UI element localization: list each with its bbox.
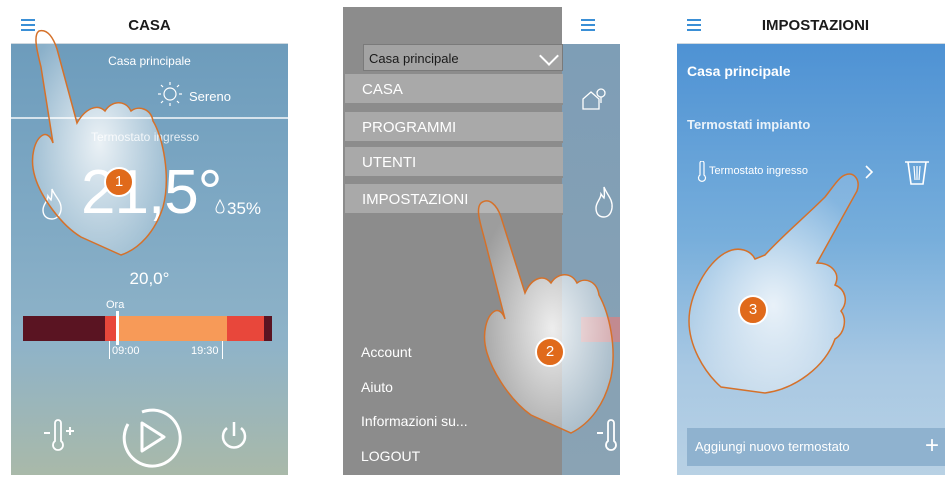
time-tick [109, 341, 110, 359]
menu-item-programmi[interactable]: PROGRAMMI [345, 112, 563, 143]
plus-icon: + [925, 432, 940, 459]
pointing-hand-illustration [477, 200, 614, 434]
step-badge: 2 [535, 337, 565, 367]
step-badge: 3 [738, 295, 768, 325]
time-tick [222, 341, 223, 359]
now-label: Ora [106, 299, 125, 311]
now-marker [116, 311, 119, 345]
menu-item-label: PROGRAMMI [362, 119, 457, 136]
pointing-hand-illustration [31, 29, 168, 256]
step-badge: 1 [104, 167, 134, 197]
top-bar: IMPOSTAZIONI [677, 7, 945, 44]
menu-item-label: IMPOSTAZIONI [362, 191, 469, 208]
trash-icon[interactable] [903, 157, 931, 187]
schedule-segment-comfort [117, 316, 227, 341]
home-select[interactable]: Casa principale [363, 44, 563, 71]
setpoint-temperature: 20,0° [129, 269, 170, 288]
menu-item-label: CASA [362, 81, 403, 98]
humidity-value: 35% [227, 199, 262, 218]
menu-item-logout[interactable]: LOGOUT [361, 448, 420, 464]
phone-casa-screen: CASA Casa principale Sereno Termostato i… [11, 7, 288, 475]
underlying-top-bar [562, 7, 620, 44]
phone-menu-screen: Casa principale CASA PROGRAMMI UTENTI IM… [343, 7, 620, 475]
menu-item-label: UTENTI [362, 154, 417, 171]
schedule-bar [23, 316, 272, 341]
add-thermostat-label: Aggiungi nuovo termostato [695, 439, 850, 454]
thermometer-plus-icon[interactable] [41, 419, 77, 453]
house-tree-icon [582, 88, 606, 110]
menu-item-info[interactable]: Informazioni su... [361, 413, 468, 429]
menu-item-account[interactable]: Account [361, 344, 412, 360]
pointing-hand-illustration [688, 173, 859, 394]
menu-item-aiuto[interactable]: Aiuto [361, 379, 393, 395]
power-icon[interactable] [218, 419, 250, 453]
phone-settings-screen: IMPOSTAZIONI Casa principale Termostati … [677, 7, 945, 475]
schedule-segment-red-2 [227, 316, 264, 341]
time-start: 09:00 [112, 345, 140, 357]
add-thermostat-button[interactable]: Aggiungi nuovo termostato + [687, 428, 945, 466]
menu-icon[interactable] [581, 19, 595, 31]
menu-item-casa[interactable]: CASA [345, 74, 563, 105]
time-end: 19:30 [191, 345, 219, 357]
chevron-down-icon [539, 46, 559, 66]
menu-item-utenti[interactable]: UTENTI [345, 147, 563, 178]
home-select-value: Casa principale [369, 51, 459, 66]
play-icon[interactable] [116, 404, 184, 470]
page-title: IMPOSTAZIONI [761, 17, 870, 34]
section-title: Termostati impianto [687, 117, 811, 132]
home-name: Casa principale [687, 63, 791, 79]
